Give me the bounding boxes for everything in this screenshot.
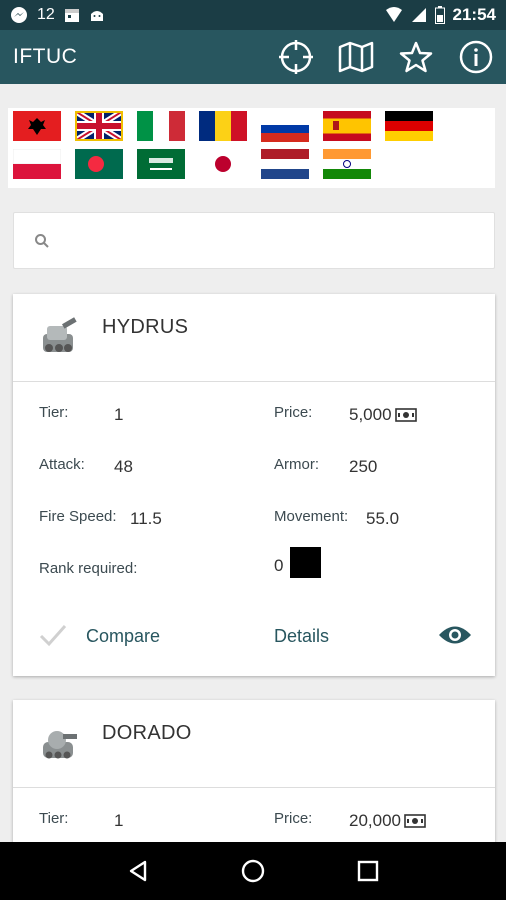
compare-button[interactable]: Compare [86,626,160,647]
price-label: Price: [274,404,313,421]
favorites-button[interactable] [386,30,446,84]
star-icon [399,41,433,73]
price-value: 5,000 [349,405,417,425]
flag-italy[interactable] [137,111,185,141]
tank-unit-icon [43,731,77,759]
crosshair-button[interactable] [266,30,326,84]
recents-button[interactable] [338,842,398,900]
tier-label: Tier: [39,810,69,827]
flag-romania[interactable] [199,111,247,141]
unit-card: HYDRUS Tier: 1 Price: 5,000 Attack: 48 A… [13,294,495,676]
navigation-bar [0,842,506,900]
card-actions: Compare Details [13,616,495,656]
flag-uk[interactable] [75,111,123,141]
notification-count: 12 [37,6,55,23]
messenger-icon [10,6,28,24]
rank-required-label: Rank required: [39,560,138,577]
flag-russia[interactable] [261,116,309,142]
flag-japan[interactable] [199,149,247,179]
flag-netherlands[interactable] [261,149,309,179]
language-selector [8,108,495,188]
flag-bangladesh[interactable] [75,149,123,179]
map-icon [338,41,374,73]
fire-speed-value: 11.5 [130,509,162,528]
rank-badge-icon [290,547,321,578]
map-button[interactable] [326,30,386,84]
attack-value: 48 [114,457,133,476]
price-amount: 5,000 [349,405,392,424]
tier-value: 1 [114,405,124,424]
tier-value: 1 [114,811,124,830]
app-bar: IFTUC [0,30,506,84]
flag-india[interactable] [323,149,371,179]
flag-germany[interactable] [385,111,433,141]
crosshair-icon [279,40,313,74]
wifi-icon [385,7,403,23]
search-icon [35,233,49,248]
details-button[interactable]: Details [274,626,329,647]
home-icon [241,859,265,883]
back-button[interactable] [108,842,168,900]
search-box[interactable] [13,212,495,269]
android-icon [89,7,105,23]
clock: 21:54 [452,5,496,24]
price-value: 20,000 [349,811,426,831]
flag-albania[interactable] [13,111,61,141]
unit-name: HYDRUS [102,316,189,338]
flag-saudi-arabia[interactable] [137,149,185,179]
app-title: IFTUC [13,45,78,68]
price-amount: 20,000 [349,811,401,830]
armor-label: Armor: [274,456,319,473]
unit-name: DORADO [102,722,192,744]
info-button[interactable] [446,30,506,84]
signal-icon [411,7,427,23]
tier-label: Tier: [39,404,69,421]
money-icon [394,408,417,422]
flag-spain[interactable] [323,111,371,141]
armor-value: 250 [349,457,378,476]
battery-icon [434,6,445,24]
check-icon[interactable] [39,622,67,648]
info-icon [459,40,493,74]
status-bar: 12 21:54 [0,0,506,30]
fire-speed-label: Fire Speed: [39,508,117,525]
attack-label: Attack: [39,456,85,473]
rank-required-value: 0 [274,556,284,575]
money-icon [404,814,426,828]
search-input[interactable] [62,231,462,250]
tank-unit-icon [43,317,77,352]
back-icon [129,860,146,882]
calendar-icon [64,7,80,23]
eye-icon[interactable] [438,624,472,646]
recents-icon [358,860,379,882]
home-button[interactable] [223,842,283,900]
movement-label: Movement: [274,508,349,525]
price-label: Price: [274,810,313,827]
movement-value: 55.0 [366,509,400,528]
flag-poland[interactable] [13,149,61,179]
